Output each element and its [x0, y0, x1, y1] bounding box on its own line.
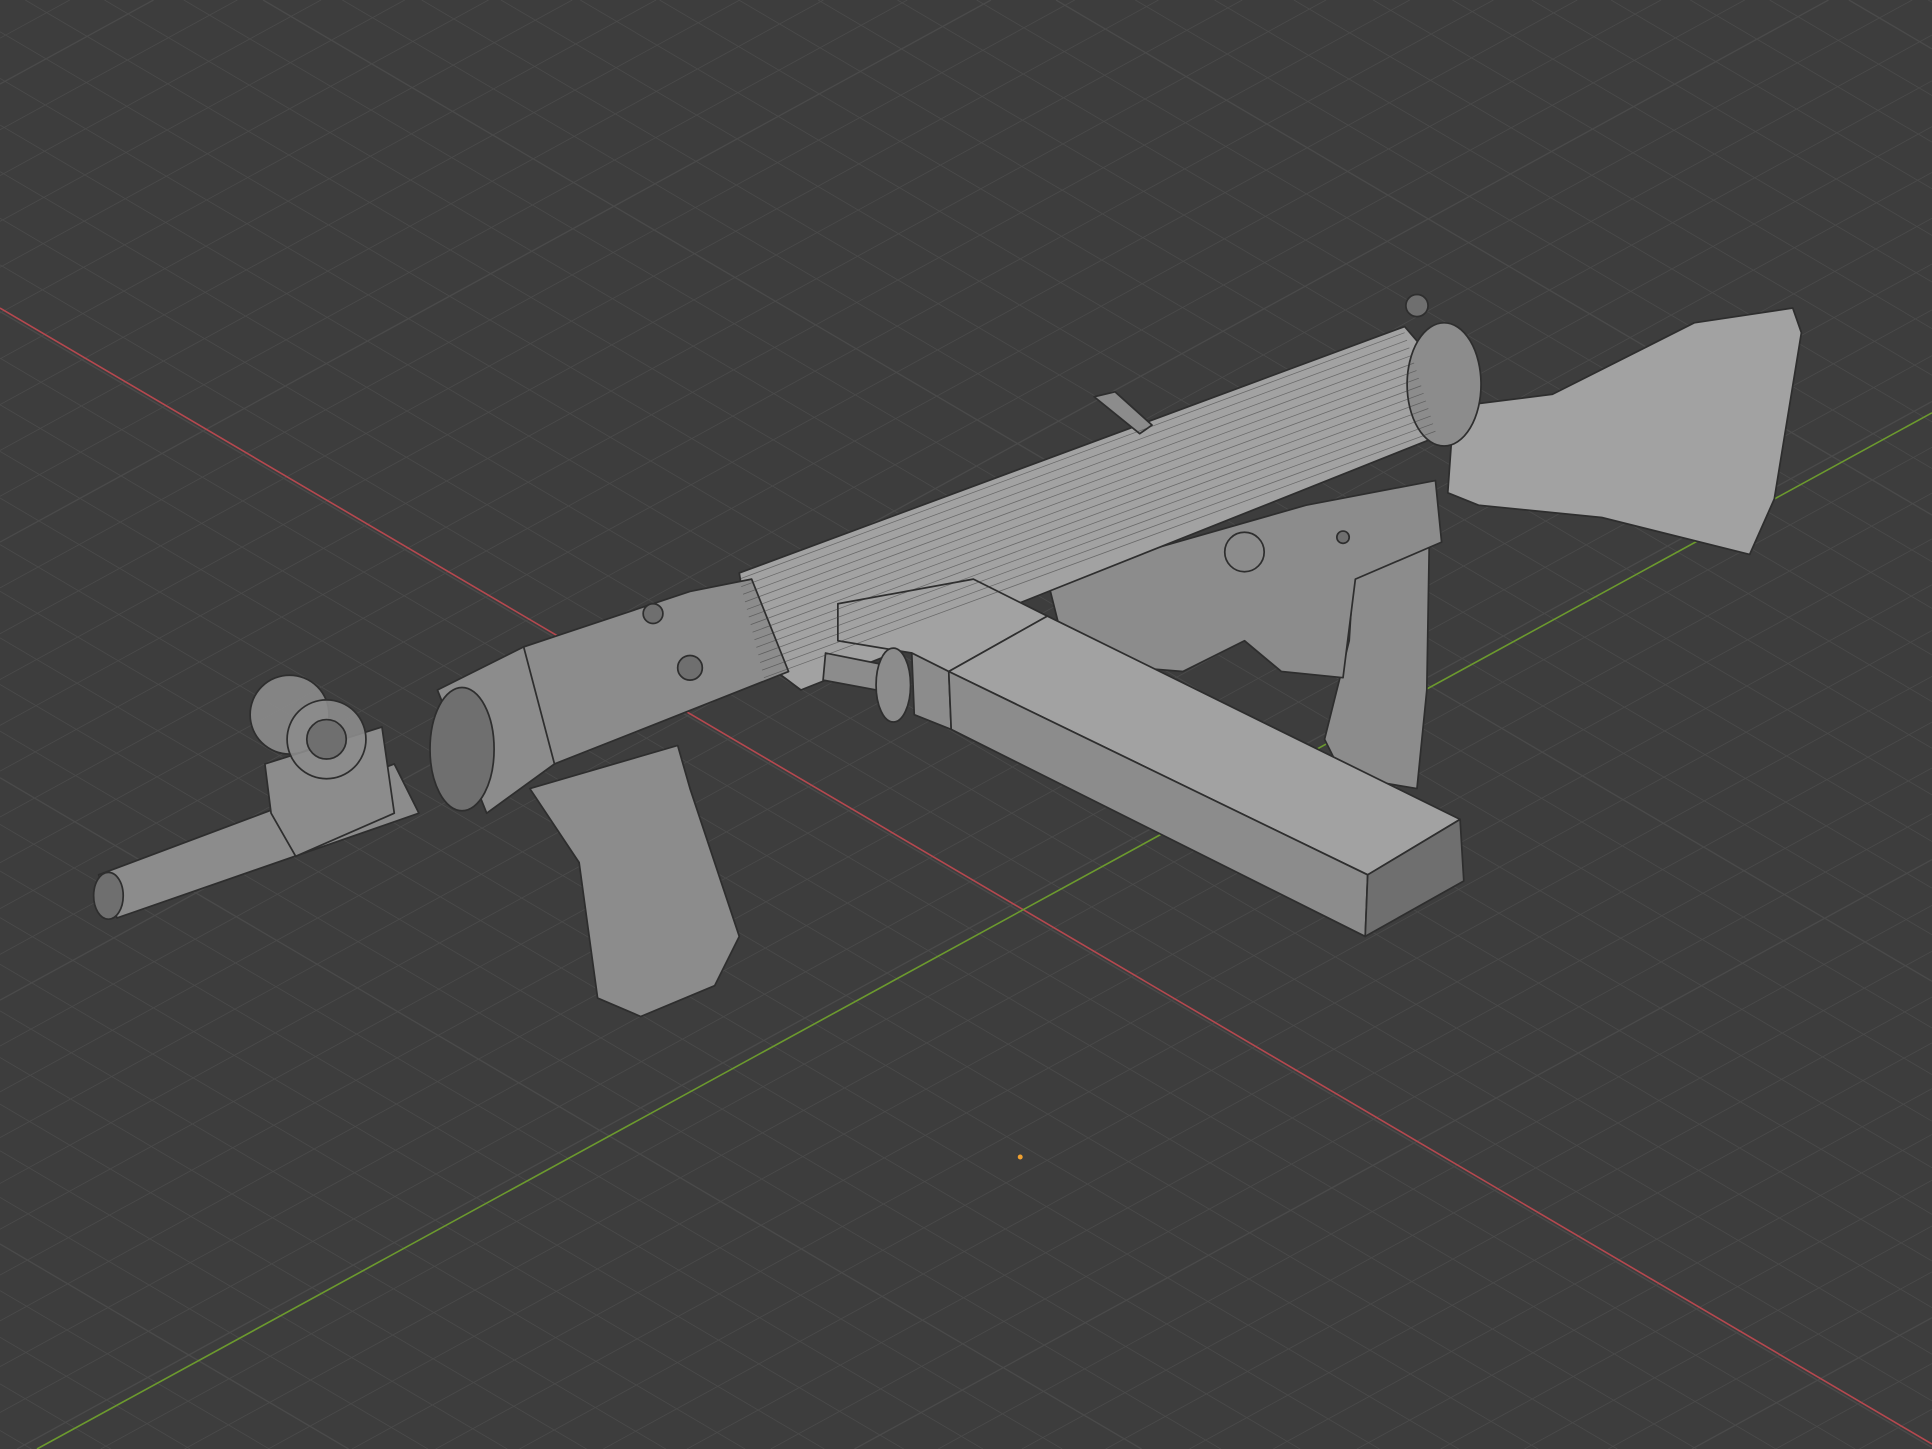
- grid-line: [0, 824, 1063, 1449]
- pin[interactable]: [1336, 530, 1351, 545]
- grid-line: [1848, 0, 1932, 50]
- grid-line: [1293, 0, 1932, 376]
- grid-line: [1021, 950, 1932, 1449]
- grid-line: [0, 0, 154, 85]
- grid-line: [1531, 0, 1932, 236]
- grid-line: [0, 1150, 508, 1449]
- 3d-viewport[interactable]: [0, 0, 1932, 1449]
- grid-line: [0, 0, 322, 176]
- grid-line: [1859, 1408, 1932, 1449]
- barrel-muzzle[interactable]: [92, 871, 125, 921]
- grid-line: [0, 0, 657, 360]
- vent-hole[interactable]: [642, 602, 664, 625]
- grid-line: [1769, 0, 1932, 96]
- grid-line: [937, 905, 1932, 1449]
- front-grip[interactable]: [528, 744, 741, 1018]
- 3d-cursor-origin: [1017, 1154, 1023, 1160]
- cocking-handle[interactable]: [1093, 390, 1153, 435]
- grid-line: [0, 870, 984, 1449]
- grid-line: [1775, 1363, 1932, 1449]
- grid-line: [1272, 1088, 1932, 1449]
- grid-line: [0, 917, 904, 1449]
- grid-line: [0, 0, 908, 497]
- grid-line: [1610, 0, 1932, 190]
- grid-line: [1607, 1271, 1932, 1449]
- selector-button[interactable]: [1223, 531, 1266, 573]
- grid-line: [0, 1243, 349, 1449]
- grid-line: [1440, 1179, 1932, 1449]
- grid-line: [1452, 0, 1932, 283]
- muzzle-opening[interactable]: [429, 686, 495, 812]
- viewport-canvas[interactable]: [0, 0, 1932, 1449]
- grid-line: [0, 0, 824, 451]
- grid-line: [0, 1430, 32, 1449]
- end-cap[interactable]: [1406, 321, 1482, 447]
- grid-line: [1356, 1134, 1932, 1449]
- grid-line: [0, 544, 1539, 1449]
- grid-line: [0, 0, 406, 222]
- grid-line: [0, 963, 825, 1449]
- grid-line: [0, 1103, 587, 1449]
- grid-line: [0, 1290, 270, 1449]
- vent-hole[interactable]: [676, 654, 704, 682]
- bolt-knob[interactable]: [875, 647, 912, 723]
- grid-line: [0, 1336, 191, 1449]
- grid-line: [0, 1057, 667, 1449]
- sling-loop[interactable]: [1405, 293, 1429, 318]
- stock[interactable]: [1446, 307, 1803, 556]
- grid-line: [1927, 0, 1932, 3]
- grid-line: [0, 0, 992, 543]
- grid-line: [1690, 0, 1932, 143]
- grid-line: [0, 1197, 429, 1449]
- grid-line: [1189, 1042, 1932, 1449]
- grid-line: [0, 0, 489, 268]
- ring-hole: [305, 718, 348, 760]
- grid-line: [0, 0, 573, 314]
